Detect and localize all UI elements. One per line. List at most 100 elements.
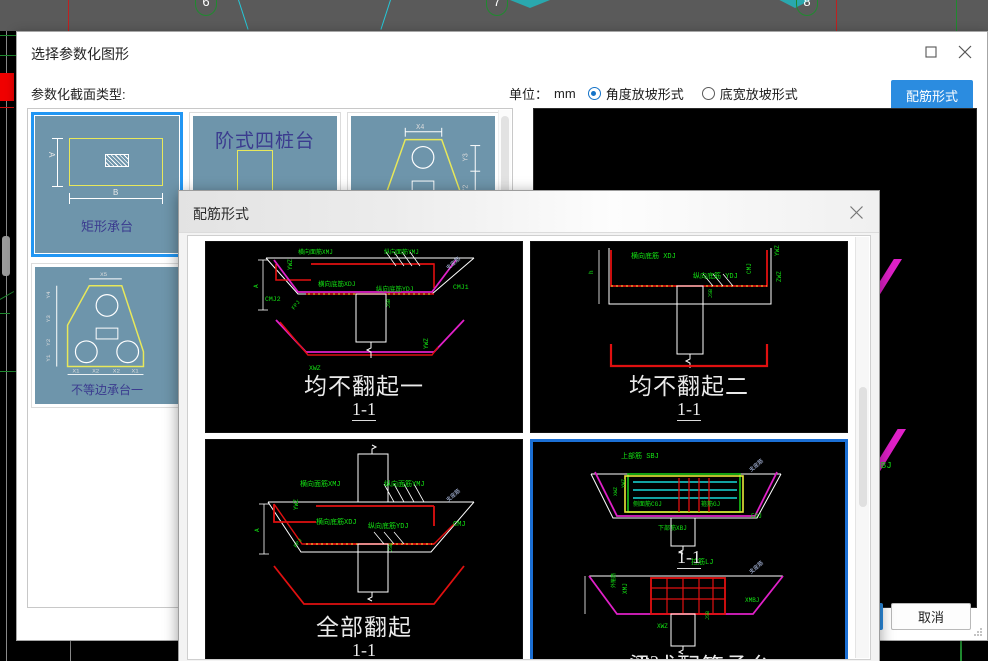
svg-text:A: A [254,528,261,532]
svg-text:A: A [253,284,260,288]
svg-text:X1: X1 [73,367,81,374]
unit-label: 单位： [509,87,549,102]
rebar-card-1[interactable]: A 横向面筋XMJ 纵向面筋YMJ 横向底筋XDJ 纵向底筋YDJ CMJ2 C… [205,241,523,433]
svg-text:支座筋: 支座筋 [747,456,765,473]
svg-text:纵向面筋YMJ: 纵向面筋YMJ [384,248,419,256]
cad-gray-block [2,236,10,276]
radio-bottom-width-slope[interactable]: 底宽放坡形式 [701,84,798,103]
svg-text:纵向底筋 YDJ: 纵向底筋 YDJ [693,271,738,281]
svg-text:CMJ2: CMJ2 [265,296,281,303]
rebar-card-4[interactable]: 上部筋 SBJ 侧面筋CGJ 箍筋GJ 下部筋XBJ XWZ YWZ FPJ 支… [530,439,848,659]
cyan-diagonal-1 [238,0,249,30]
svg-text:YWZ: YWZ [621,479,627,488]
unit-and-slope-controls[interactable]: 单位： mm 角度放坡形式 底宽放坡形式 [509,84,810,103]
thumbnail-trapezoid-3pile-image: X5 Y4 Y3 Y2 Y1 X1 X2 X2 X1 不等边承台一 [35,267,179,404]
close-icon[interactable] [841,199,871,225]
dialog-title: 选择参数化图形 [31,46,129,62]
thumbnail-scrollbar-thumb[interactable] [501,116,509,194]
section-type-label: 参数化截面类型: [31,87,126,102]
close-icon[interactable] [949,38,981,66]
unit-value: mm [554,86,576,101]
modal-title: 配筋形式 [193,206,249,222]
svg-text:Y3: Y3 [45,315,52,323]
svg-text:纵向底筋YDJ: 纵向底筋YDJ [368,521,409,531]
svg-text:Y1: Y1 [45,354,52,362]
svg-text:X4: X4 [416,124,424,132]
dim-tick-top [52,138,63,139]
dim-hline [69,198,163,199]
svg-text:XWZ: XWZ [657,623,668,630]
radio-angle-slope[interactable]: 角度放坡形式 [587,84,684,103]
radio-angle-slope-label: 角度放坡形式 [605,87,684,102]
cyan-diagonal-2 [380,0,391,30]
gridline-red-2 [836,0,837,31]
thumbnail-caption: 矩形承台 [80,219,133,234]
modal-scrollbar[interactable] [855,237,869,658]
svg-text:横向底筋 XDJ: 横向底筋 XDJ [631,251,676,261]
cad-vline-gray [6,31,7,661]
axis-bubble: 6 [195,0,217,16]
svg-text:X1: X1 [132,367,140,374]
rebar-card-4-section-1: 1-1 [677,547,701,569]
svg-text:下部筋XBJ: 下部筋XBJ [658,524,687,532]
svg-text:横向底筋XDJ: 横向底筋XDJ [318,279,356,288]
svg-text:CMJ: CMJ [746,263,753,274]
gridline-red-1 [68,0,69,31]
axis-bubble: 7 [486,0,508,16]
svg-text:YWZ: YWZ [293,499,300,510]
thumbnail-rect-cap[interactable]: A B 矩形承台 [31,112,183,257]
svg-text:YWZ: YWZ [423,338,430,349]
rebar-card-2[interactable]: h 横向底筋 XDJ 纵向底筋 YDJ CMJ YWZ ZWZ JSB 均不翻起… [530,241,848,433]
svg-text:JSB: JSB [708,289,714,298]
dialog-titlebar[interactable]: 选择参数化图形 [17,32,987,74]
teal-marker-3 [760,0,830,8]
cad-red-seg [0,107,14,108]
radio-bottom-width-slope-dot[interactable] [701,87,715,100]
svg-text:Y2: Y2 [45,338,52,346]
svg-text:支座筋: 支座筋 [444,486,462,503]
svg-text:外箍筋: 外箍筋 [610,573,617,588]
thumbnail-trapezoid-3pile[interactable]: X5 Y4 Y3 Y2 Y1 X1 X2 X2 X1 不等边承台一 [31,263,183,408]
svg-text:XWZ: XWZ [613,487,619,496]
svg-text:横向底筋XDJ: 横向底筋XDJ [316,517,357,527]
cad-green-seg-2 [0,55,16,56]
svg-text:JSB: JSB [386,299,392,308]
cancel-button[interactable]: 取消 [891,603,971,630]
svg-text:YWZ: YWZ [287,259,294,270]
svg-text:X5: X5 [100,271,108,278]
svg-text:CMJ: CMJ [453,521,466,529]
svg-text:侧面筋CGJ: 侧面筋CGJ [633,500,662,508]
resize-grip-icon[interactable] [973,627,983,637]
modal-body[interactable]: A 横向面筋XMJ 纵向面筋YMJ 横向底筋XDJ 纵向底筋YDJ CMJ2 C… [187,235,871,660]
svg-text:FPJ: FPJ [292,537,304,549]
rebar-card-3-title: 全部翻起 [316,614,412,640]
rebar-card-3[interactable]: A 横向面筋XMJ 纵向面筋YMJ 横向底筋XDJ 纵向底筋YDJ CMJ YW… [205,439,523,659]
axis-bubble: 8 [796,0,818,16]
svg-text:横向面筋XMJ: 横向面筋XMJ [300,479,341,489]
dim-tick-l [69,193,70,204]
svg-text:纵向面筋YMJ: 纵向面筋YMJ [384,479,425,489]
thumbnail-caption: 阶式四桩台 [214,131,315,152]
window-buttons[interactable] [915,38,981,66]
dim-tick-bot [52,186,63,187]
rebar-form-modal[interactable]: 配筋形式 A 横向面筋XMJ 纵向面筋YMJ 横向底筋XDJ 纵向底筋YDJ C… [178,190,880,661]
svg-text:Y4: Y4 [45,291,52,299]
svg-text:ZWZ: ZWZ [776,271,783,282]
svg-text:XMBJ: XMBJ [745,597,759,604]
radio-angle-slope-dot[interactable] [587,87,601,100]
svg-text:FPJ: FPJ [751,513,762,520]
maximize-icon[interactable] [915,38,947,66]
modal-titlebar[interactable]: 配筋形式 [179,191,879,233]
dim-vline [57,138,58,186]
thumbnail-caption: 不等边承台一 [70,383,143,397]
cad-red-block [0,73,14,101]
svg-text:X2: X2 [113,367,121,374]
svg-text:箍筋GJ: 箍筋GJ [701,500,720,508]
dim-label-b: B [113,188,119,197]
rebar-form-button[interactable]: 配筋形式 [891,80,973,110]
shape-outline [237,150,273,194]
dim-tick-r [162,193,163,204]
rebar-card-1-section: 1-1 [352,399,376,421]
svg-text:横向面筋XMJ: 横向面筋XMJ [298,248,333,256]
modal-scrollbar-thumb[interactable] [859,387,867,507]
